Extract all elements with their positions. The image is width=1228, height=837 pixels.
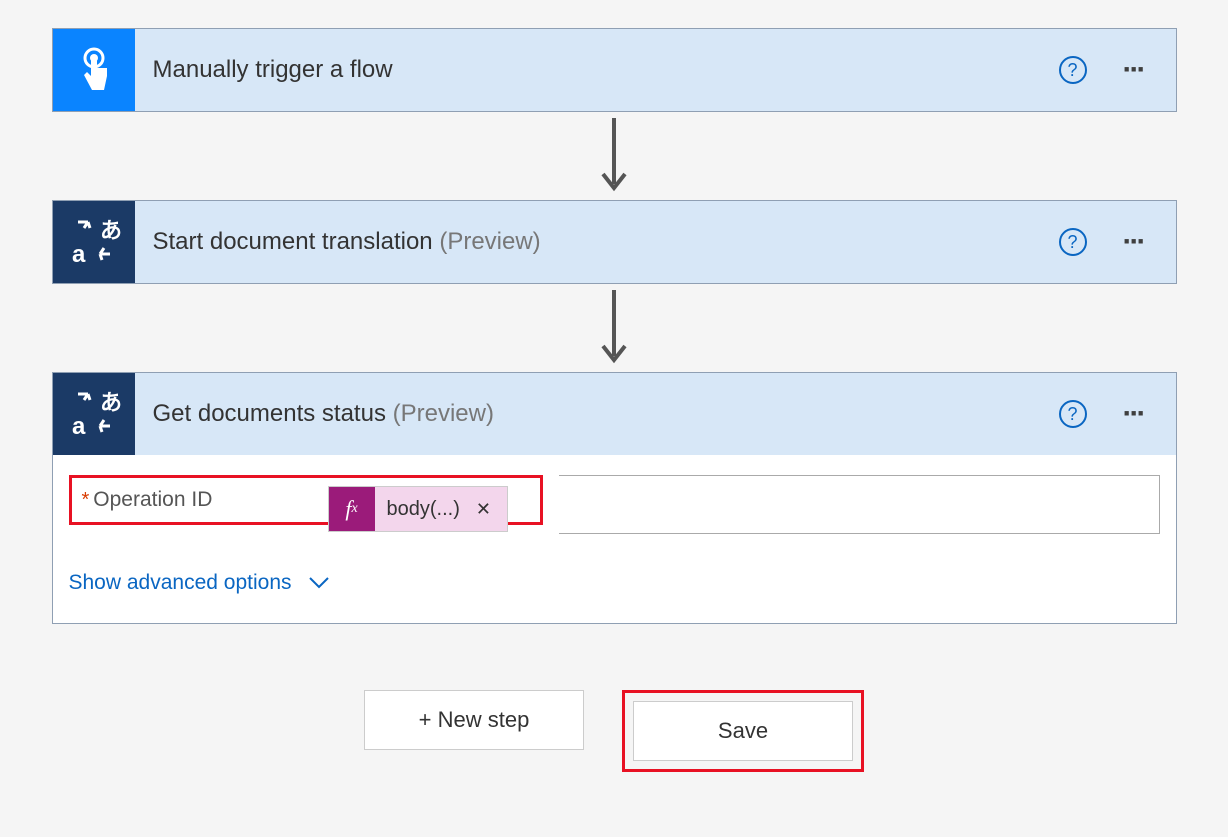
save-button[interactable]: Save [633, 701, 853, 761]
more-icon[interactable]: ··· [1123, 239, 1144, 245]
step-header[interactable]: あ a Start document translation (Preview)… [53, 201, 1176, 283]
preview-tag: (Preview) [439, 228, 540, 255]
preview-tag: (Preview) [393, 400, 494, 427]
more-icon[interactable]: ··· [1123, 411, 1144, 417]
close-icon[interactable]: ✕ [472, 487, 507, 531]
step-trigger[interactable]: Manually trigger a flow ? ··· [52, 28, 1177, 112]
save-highlight: Save [622, 690, 864, 772]
step-header[interactable]: Manually trigger a flow ? ··· [53, 29, 1176, 111]
step-get-status: あ a Get documents status (Preview) ? ···… [52, 372, 1177, 624]
expression-token[interactable]: fx body(...) ✕ [328, 486, 508, 532]
step-title: Start document translation (Preview) [153, 228, 1059, 256]
token-text: body(...) [375, 487, 472, 531]
required-star: * [82, 489, 90, 512]
new-step-button[interactable]: + New step [364, 690, 584, 750]
translate-icon: あ a [53, 373, 135, 455]
help-icon[interactable]: ? [1059, 400, 1087, 428]
operation-id-row: * Operation ID fx body(...) ✕ [69, 475, 543, 525]
step-start-translation[interactable]: あ a Start document translation (Preview)… [52, 200, 1177, 284]
step-title: Manually trigger a flow [153, 56, 1059, 84]
field-label: Operation ID [93, 488, 212, 512]
svg-text:a: a [72, 413, 86, 440]
svg-text:あ: あ [100, 390, 122, 415]
fx-icon: fx [329, 487, 375, 531]
svg-text:あ: あ [100, 218, 122, 243]
arrow-down-icon [600, 118, 628, 194]
arrow-down-icon [600, 290, 628, 366]
help-icon[interactable]: ? [1059, 56, 1087, 84]
tap-icon [53, 29, 135, 111]
help-icon[interactable]: ? [1059, 228, 1087, 256]
step-header[interactable]: あ a Get documents status (Preview) ? ··· [53, 373, 1176, 455]
more-icon[interactable]: ··· [1123, 67, 1144, 73]
svg-text:a: a [72, 241, 86, 268]
step-title: Get documents status (Preview) [153, 400, 1059, 428]
operation-id-input[interactable] [559, 475, 1160, 534]
translate-icon: あ a [53, 201, 135, 283]
show-advanced-options[interactable]: Show advanced options [69, 571, 1160, 595]
chevron-down-icon [308, 576, 330, 590]
